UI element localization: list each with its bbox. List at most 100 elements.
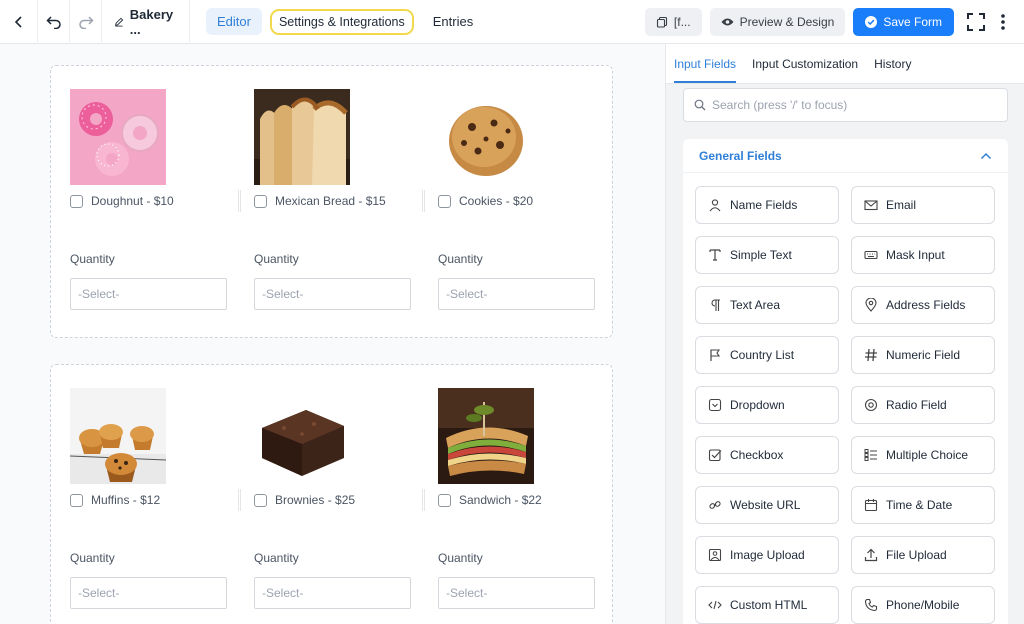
quantity-select[interactable]: -Select- — [254, 577, 411, 609]
quantity-label: Quantity — [254, 551, 299, 565]
dropdown-icon — [708, 398, 722, 412]
preview-label: Preview & Design — [739, 15, 835, 29]
quantity-label: Quantity — [70, 252, 115, 266]
quantity-select[interactable]: -Select- — [438, 577, 595, 609]
form-title-text: Bakery ... — [129, 6, 174, 37]
form-title[interactable]: Bakery ... — [102, 0, 190, 44]
field-mask-input[interactable]: Mask Input — [851, 236, 995, 274]
save-form-button[interactable]: Save Form — [853, 8, 954, 36]
checkbox-icon — [708, 448, 722, 462]
group-title: General Fields — [699, 148, 782, 163]
field-text-area[interactable]: Text Area — [695, 286, 839, 324]
field-checkbox[interactable]: Checkbox — [695, 436, 839, 474]
product-option[interactable]: Doughnut - $10 — [70, 194, 174, 208]
product-label: Brownies - $25 — [275, 493, 356, 507]
field-phone-mobile[interactable]: Phone/Mobile — [851, 586, 995, 624]
quantity-select[interactable]: -Select- — [438, 278, 595, 310]
fullscreen-button[interactable] — [964, 8, 988, 36]
field-label: Numeric Field — [886, 348, 961, 362]
field-address-fields[interactable]: Address Fields — [851, 286, 995, 324]
quantity-select[interactable]: -Select- — [70, 577, 227, 609]
quantity-label: Quantity — [70, 551, 115, 565]
image-icon — [708, 548, 722, 562]
hash-icon — [864, 348, 878, 362]
product-checkbox[interactable] — [438, 493, 451, 507]
quantity-select[interactable]: -Select- — [70, 278, 227, 310]
tab-input-customization[interactable]: Input Customization — [752, 57, 858, 83]
product-option[interactable]: Muffins - $12 — [70, 493, 160, 507]
product-item: Muffins - $12 Quantity -Select- — [70, 365, 240, 624]
field-radio-field[interactable]: Radio Field — [851, 386, 995, 424]
shortcode-button[interactable]: [f... — [644, 8, 702, 36]
quantity-label: Quantity — [438, 551, 483, 565]
field-website-url[interactable]: Website URL — [695, 486, 839, 524]
search-input[interactable] — [712, 98, 992, 112]
field-image-upload[interactable]: Image Upload — [695, 536, 839, 574]
tab-editor[interactable]: Editor — [206, 8, 262, 35]
pencil-icon — [115, 17, 124, 26]
tab-history[interactable]: History — [874, 57, 911, 83]
field-multiple-choice[interactable]: Multiple Choice — [851, 436, 995, 474]
field-country-list[interactable]: Country List — [695, 336, 839, 374]
field-search[interactable] — [683, 88, 1008, 122]
shortcode-label: [f... — [673, 15, 691, 29]
field-label: Custom HTML — [730, 598, 808, 612]
column-resize-handle[interactable] — [422, 489, 425, 511]
product-row-block[interactable]: Muffins - $12 Quantity -Select- Brownies… — [50, 364, 613, 624]
back-button[interactable] — [0, 0, 38, 44]
location-pin-icon — [864, 298, 878, 312]
field-file-upload[interactable]: File Upload — [851, 536, 995, 574]
list-icon — [864, 448, 878, 462]
undo-icon — [45, 15, 61, 29]
product-option[interactable]: Sandwich - $22 — [438, 493, 542, 507]
field-label: Image Upload — [730, 548, 805, 562]
bread-photo — [254, 89, 350, 185]
product-checkbox[interactable] — [254, 493, 267, 507]
top-toolbar: Bakery ... Editor Settings & Integration… — [0, 0, 1024, 44]
product-checkbox[interactable] — [70, 493, 83, 507]
field-time-date[interactable]: Time & Date — [851, 486, 995, 524]
search-icon — [694, 99, 706, 111]
field-label: Address Fields — [886, 298, 966, 312]
product-option[interactable]: Cookies - $20 — [438, 194, 533, 208]
general-fields-header[interactable]: General Fields — [683, 139, 1008, 173]
field-dropdown[interactable]: Dropdown — [695, 386, 839, 424]
product-label: Mexican Bread - $15 — [275, 194, 386, 208]
column-resize-handle[interactable] — [238, 489, 241, 511]
undo-button[interactable] — [38, 0, 70, 44]
field-simple-text[interactable]: Simple Text — [695, 236, 839, 274]
product-option[interactable]: Brownies - $25 — [254, 493, 355, 507]
product-row-block[interactable]: Doughnut - $10 Quantity -Select- Mexican… — [50, 65, 613, 338]
field-label: Country List — [730, 348, 795, 362]
field-name-fields[interactable]: Name Fields — [695, 186, 839, 224]
tab-input-fields[interactable]: Input Fields — [674, 57, 737, 83]
chevron-up-icon — [980, 152, 992, 159]
panel-tabs: Input Fields Input Customization History — [666, 44, 1024, 84]
radio-icon — [864, 398, 878, 412]
tab-entries[interactable]: Entries — [422, 8, 484, 35]
preview-design-button[interactable]: Preview & Design — [709, 8, 846, 36]
product-option[interactable]: Mexican Bread - $15 — [254, 194, 386, 208]
product-checkbox[interactable] — [438, 194, 451, 208]
upload-icon — [864, 548, 878, 562]
product-label: Doughnut - $10 — [91, 194, 174, 208]
product-label: Sandwich - $22 — [459, 493, 542, 507]
field-label: Dropdown — [730, 398, 785, 412]
column-resize-handle[interactable] — [422, 190, 425, 212]
field-email[interactable]: Email — [851, 186, 995, 224]
product-checkbox[interactable] — [254, 194, 267, 208]
more-options-button[interactable] — [994, 8, 1012, 36]
field-label: Mask Input — [886, 248, 945, 262]
tab-settings-integrations[interactable]: Settings & Integrations — [269, 8, 414, 35]
product-label: Muffins - $12 — [91, 493, 161, 507]
field-custom-html[interactable]: Custom HTML — [695, 586, 839, 624]
person-icon — [708, 198, 722, 212]
redo-button[interactable] — [70, 0, 102, 44]
field-numeric-field[interactable]: Numeric Field — [851, 336, 995, 374]
flag-icon — [708, 348, 722, 362]
column-resize-handle[interactable] — [238, 190, 241, 212]
product-checkbox[interactable] — [70, 194, 83, 208]
field-label: File Upload — [886, 548, 947, 562]
quantity-select[interactable]: -Select- — [254, 278, 411, 310]
field-label: Time & Date — [886, 498, 953, 512]
